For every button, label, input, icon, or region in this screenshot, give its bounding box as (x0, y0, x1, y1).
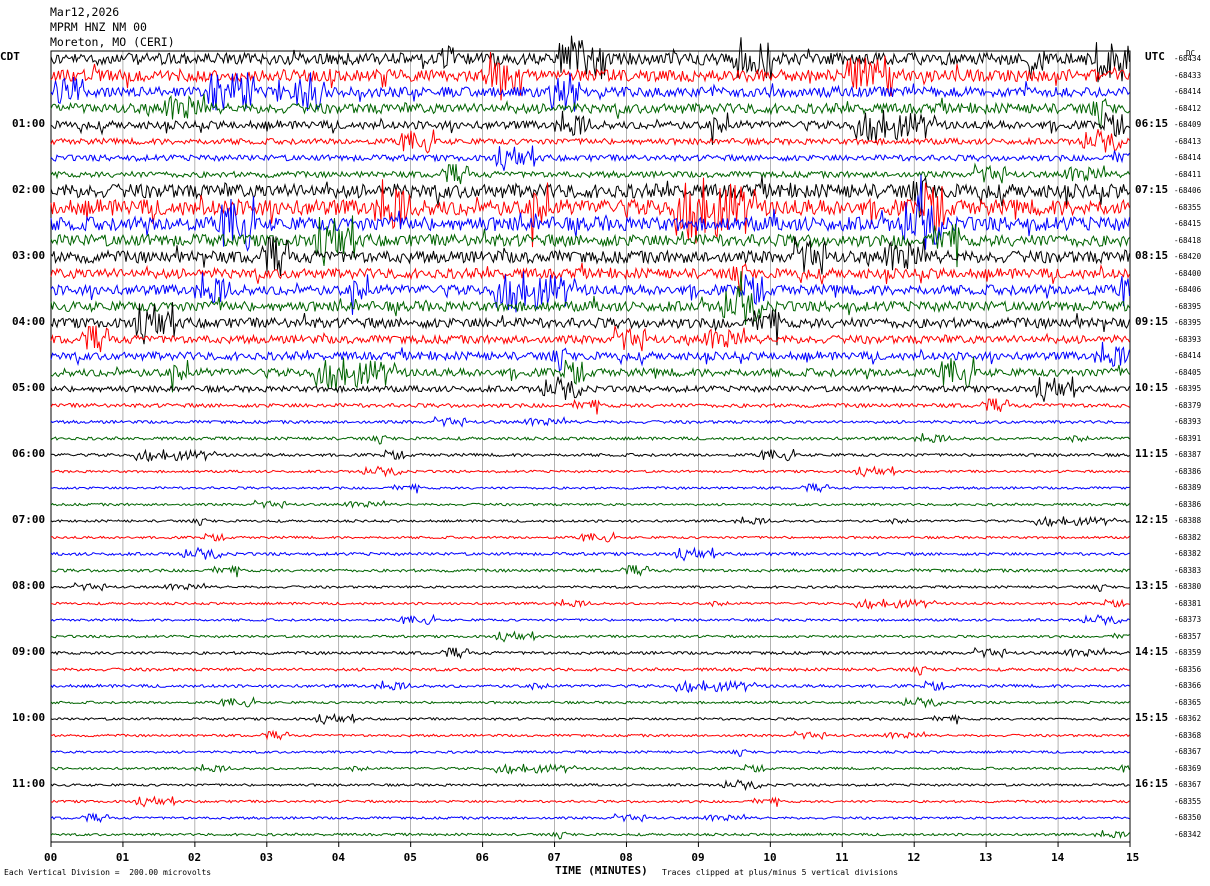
seismic-trace (50, 341, 1130, 372)
seismic-trace (50, 302, 1130, 346)
seismic-trace (50, 465, 1130, 478)
seismic-trace (50, 665, 1130, 676)
seismic-trace (50, 646, 1130, 660)
seismic-trace (50, 175, 1130, 219)
seismic-trace (50, 830, 1130, 840)
seismic-trace (50, 415, 1130, 428)
seismic-trace (50, 630, 1130, 643)
seismic-trace (50, 712, 1130, 726)
plot-frame (50, 50, 1131, 843)
x-axis-label: TIME (MINUTES) (555, 864, 648, 877)
seismic-trace (50, 433, 1130, 445)
seismic-trace (50, 482, 1130, 494)
seismic-trace (50, 795, 1130, 808)
seismic-trace (50, 564, 1130, 578)
seismic-trace (50, 812, 1130, 824)
seismic-trace (50, 499, 1130, 510)
seismic-trace (50, 271, 1130, 315)
seismic-trace (50, 448, 1130, 463)
seismic-trace (50, 129, 1130, 154)
scale-note: Each Vertical Division = 200.00 microvol… (4, 868, 212, 877)
seismic-trace (50, 325, 1130, 353)
clip-note: Traces clipped at plus/minus 5 vertical … (662, 868, 899, 877)
seismic-trace (50, 696, 1130, 709)
seismic-trace (50, 581, 1130, 592)
seismic-trace (50, 110, 1130, 145)
seismic-trace (50, 729, 1130, 741)
seismic-trace (50, 35, 1130, 83)
seismic-trace (50, 598, 1130, 610)
seismic-trace (50, 546, 1130, 562)
seismic-trace (50, 763, 1130, 775)
seismic-trace (50, 262, 1130, 293)
seismic-trace (50, 515, 1130, 528)
seismic-trace (50, 779, 1130, 792)
seismic-trace (50, 749, 1130, 757)
seismic-trace (51, 531, 1130, 543)
seismic-trace (50, 145, 1130, 171)
seismic-trace (50, 162, 1130, 185)
seismic-trace (50, 679, 1130, 694)
seismic-trace (50, 398, 1130, 415)
seismic-trace (50, 613, 1130, 627)
seismic-trace (50, 376, 1130, 402)
helicorder-plot (50, 35, 1131, 847)
